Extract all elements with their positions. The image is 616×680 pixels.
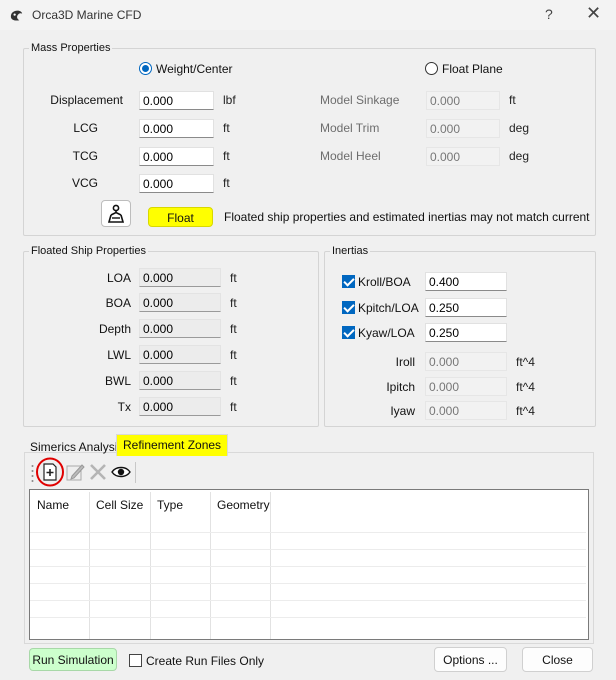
- grid-header-cell-size[interactable]: Cell Size: [96, 498, 143, 512]
- kroll-boa-input[interactable]: 0.400: [425, 272, 507, 291]
- weight-center-radio[interactable]: [139, 62, 152, 75]
- float-button[interactable]: Float: [148, 207, 213, 227]
- grid-row-line: [30, 566, 586, 567]
- close-button[interactable]: Close: [522, 647, 593, 672]
- kyaw-loa-input[interactable]: 0.250: [425, 323, 507, 342]
- model-trim-input: 0.000: [426, 119, 500, 138]
- tcg-label: TCG: [72, 149, 98, 163]
- tx-unit: ft: [230, 400, 237, 414]
- bwl-unit: ft: [230, 374, 237, 388]
- grid-header-geometry[interactable]: Geometry: [217, 498, 270, 512]
- depth-label: Depth: [98, 322, 131, 336]
- model-heel-label: Model Heel: [320, 149, 381, 163]
- options-button[interactable]: Options ...: [434, 647, 507, 672]
- ipitch-unit: ft^4: [516, 380, 535, 394]
- tab-simerics-analysis[interactable]: Simerics Analysis: [30, 440, 123, 454]
- window-close-button[interactable]: ✕: [586, 3, 601, 24]
- lwl-unit: ft: [230, 348, 237, 362]
- mass-properties-legend: Mass Properties: [31, 42, 111, 54]
- help-button[interactable]: ?: [545, 6, 553, 22]
- iyaw-label: Iyaw: [390, 404, 415, 418]
- loa-unit: ft: [230, 271, 237, 285]
- toolbar-separator: [135, 462, 136, 483]
- vcg-unit: ft: [223, 176, 230, 190]
- tab-refinement-zones[interactable]: Refinement Zones: [116, 434, 229, 456]
- grid-header-name[interactable]: Name: [37, 498, 69, 512]
- tx-label: Tx: [117, 400, 131, 414]
- delete-zone-icon[interactable]: [88, 462, 108, 482]
- refinement-zones-grid[interactable]: Name Cell Size Type Geometry: [29, 489, 589, 640]
- window-title: Orca3D Marine CFD: [32, 8, 142, 22]
- model-sinkage-unit: ft: [509, 93, 516, 107]
- model-heel-input: 0.000: [426, 147, 500, 166]
- lcg-unit: ft: [223, 121, 230, 135]
- kyaw-loa-label: Kyaw/LOA: [358, 326, 415, 340]
- run-simulation-button[interactable]: Run Simulation: [29, 648, 117, 671]
- ipitch-label: Ipitch: [386, 380, 415, 394]
- floated-ship-properties-legend: Floated Ship Properties: [31, 245, 146, 257]
- boa-unit: ft: [230, 296, 237, 310]
- model-heel-unit: deg: [509, 149, 530, 163]
- tcg-unit: ft: [223, 149, 230, 163]
- iyaw-unit: ft^4: [516, 404, 535, 418]
- grid-row-line: [30, 583, 586, 584]
- iroll-unit: ft^4: [516, 355, 535, 369]
- kyaw-loa-checkbox[interactable]: [342, 326, 355, 339]
- grid-row-line: [30, 600, 586, 601]
- kpitch-loa-input[interactable]: 0.250: [425, 298, 507, 317]
- displacement-input[interactable]: 0.000: [139, 91, 214, 110]
- hull-properties-button[interactable]: [101, 200, 131, 227]
- title-bar: Orca3D Marine CFD ? ✕: [0, 0, 616, 30]
- depth-value: 0.000: [139, 319, 221, 338]
- kpitch-loa-label: Kpitch/LOA: [358, 301, 419, 315]
- lwl-value: 0.000: [139, 345, 221, 364]
- app-orca-icon: [10, 10, 23, 21]
- bwl-value: 0.000: [139, 371, 221, 390]
- model-trim-label: Model Trim: [320, 121, 380, 135]
- float-plane-radio[interactable]: [425, 62, 438, 75]
- model-sinkage-input: 0.000: [426, 91, 500, 110]
- inertias-legend: Inertias: [332, 245, 369, 257]
- grid-row-line: [30, 549, 586, 550]
- model-sinkage-label: Model Sinkage: [320, 93, 400, 107]
- boa-label: BOA: [105, 296, 131, 310]
- kroll-boa-checkbox[interactable]: [342, 275, 355, 288]
- lwl-label: LWL: [107, 348, 131, 362]
- iyaw-value: 0.000: [425, 401, 507, 420]
- view-zone-icon[interactable]: [111, 462, 131, 482]
- depth-unit: ft: [230, 322, 237, 336]
- weight-center-label: Weight/Center: [156, 62, 233, 76]
- iroll-label: Iroll: [395, 355, 415, 369]
- grid-row-line: [30, 617, 586, 618]
- lcg-label: LCG: [73, 121, 98, 135]
- bwl-label: BWL: [104, 374, 131, 388]
- edit-zone-icon[interactable]: [65, 462, 85, 482]
- vcg-label: VCG: [71, 176, 98, 190]
- loa-value: 0.000: [139, 268, 221, 287]
- kroll-boa-label: Kroll/BOA: [358, 275, 411, 289]
- iroll-value: 0.000: [425, 352, 507, 371]
- ipitch-value: 0.000: [425, 377, 507, 396]
- hull-icon: [107, 204, 125, 223]
- tcg-input[interactable]: 0.000: [139, 147, 214, 166]
- float-warning-message: Floated ship properties and estimated in…: [224, 210, 590, 224]
- lcg-input[interactable]: 0.000: [139, 119, 214, 138]
- float-plane-label: Float Plane: [442, 62, 503, 76]
- create-run-files-label: Create Run Files Only: [146, 654, 265, 668]
- grid-header-type[interactable]: Type: [157, 498, 183, 512]
- tx-value: 0.000: [139, 397, 221, 416]
- model-trim-unit: deg: [509, 121, 530, 135]
- annotation-circle: [36, 457, 64, 487]
- kpitch-loa-checkbox[interactable]: [342, 301, 355, 314]
- grid-row-line: [30, 532, 586, 533]
- displacement-label: Displacement: [50, 93, 123, 107]
- displacement-unit: lbf: [223, 93, 236, 107]
- create-run-files-checkbox[interactable]: [129, 654, 142, 667]
- loa-label: LOA: [106, 271, 131, 285]
- vcg-input[interactable]: 0.000: [139, 174, 214, 193]
- boa-value: 0.000: [139, 293, 221, 312]
